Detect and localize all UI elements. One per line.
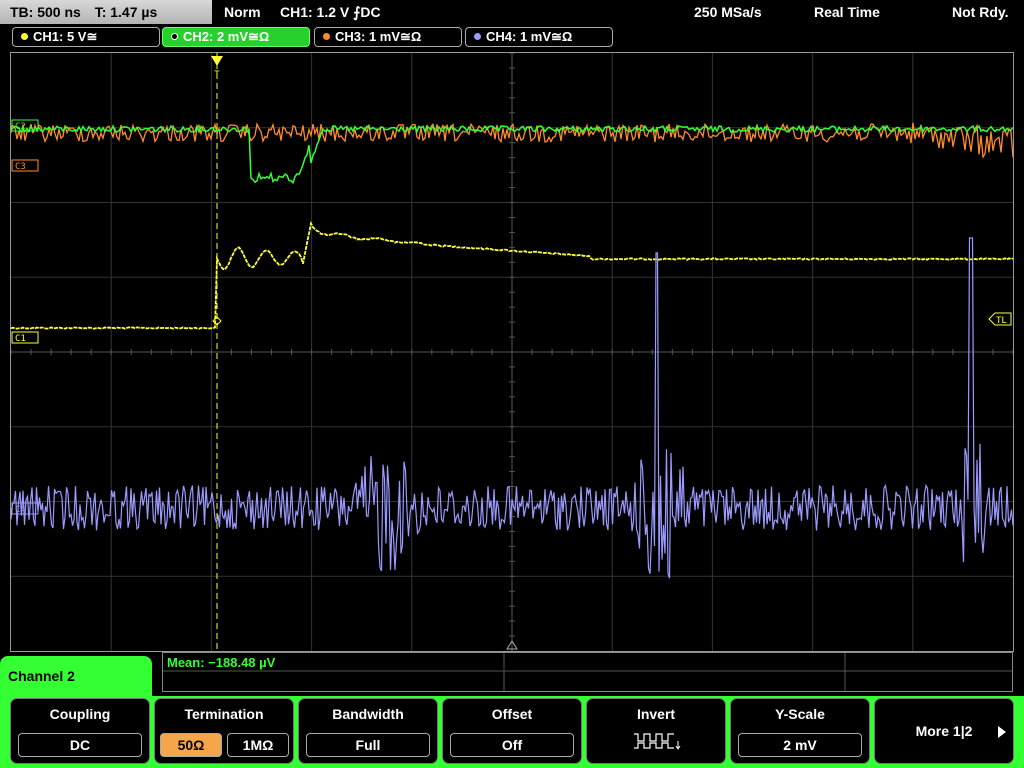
waveform-canvas: T C2 C3 C1 C4 TL bbox=[11, 53, 1013, 651]
channel-tab-label: CH4: 1 mV≅Ω bbox=[486, 29, 573, 44]
termination-softkey[interactable]: Termination 50Ω 1MΩ bbox=[154, 698, 294, 764]
ch3-marker-label: C3 bbox=[15, 162, 26, 172]
waveform-display[interactable]: T C2 C3 C1 C4 TL bbox=[10, 52, 1014, 652]
ch2-dot-icon bbox=[171, 33, 178, 40]
chevron-right-icon bbox=[998, 726, 1006, 738]
bandwidth-value[interactable]: Full bbox=[306, 733, 430, 757]
sample-rate: 250 MSa/s bbox=[694, 4, 762, 20]
ch1-offset-marker[interactable]: C1 bbox=[11, 331, 39, 344]
invert-softkey[interactable]: Invert bbox=[586, 698, 726, 764]
y-scale-softkey[interactable]: Y-Scale 2 mV bbox=[730, 698, 870, 764]
channel-tab-label: CH1: 5 V≅ bbox=[33, 29, 98, 44]
channel-tab-label: CH3: 1 mV≅Ω bbox=[335, 29, 422, 44]
ch4-marker-label: C4 bbox=[15, 505, 26, 515]
trigger-time: T: 1.47 µs bbox=[94, 4, 158, 20]
coupling-label: Coupling bbox=[49, 706, 111, 722]
graticule bbox=[11, 53, 1013, 651]
status-bar: TB: 500 ns T: 1.47 µs Norm CH1: 1.2 V ⨍D… bbox=[0, 0, 1024, 24]
trigger-mode[interactable]: Norm bbox=[224, 0, 261, 24]
coupling-softkey[interactable]: Coupling DC bbox=[10, 698, 150, 764]
coupling-value[interactable]: DC bbox=[18, 733, 142, 757]
measurement-panel: Mean: −188.48 µV bbox=[162, 652, 1013, 692]
more-softkey[interactable]: More 1|2 bbox=[874, 698, 1014, 764]
termination-1mohm-option[interactable]: 1MΩ bbox=[227, 733, 289, 757]
offset-value[interactable]: Off bbox=[450, 733, 574, 757]
offset-softkey[interactable]: Offset Off bbox=[442, 698, 582, 764]
channel-tab-2[interactable]: CH2: 2 mV≅Ω bbox=[162, 27, 310, 47]
y-scale-value[interactable]: 2 mV bbox=[738, 733, 862, 757]
invert-label: Invert bbox=[636, 706, 676, 722]
trigger-info[interactable]: CH1: 1.2 V ⨍DC bbox=[280, 0, 381, 24]
ch3-dot-icon bbox=[323, 33, 330, 40]
ch1-dot-icon bbox=[21, 33, 28, 40]
trigger-level-label: TL bbox=[996, 316, 1007, 326]
channel-tab-4[interactable]: CH4: 1 mV≅Ω bbox=[465, 27, 613, 47]
more-label: More 1|2 bbox=[915, 723, 973, 739]
ch4-offset-marker[interactable]: C4 bbox=[11, 502, 39, 515]
softkey-bar: Coupling DC Termination 50Ω 1MΩ Bandwidt… bbox=[0, 696, 1024, 768]
invert-waveform-icon bbox=[634, 733, 681, 750]
acquisition-status: Not Rdy. bbox=[952, 4, 1009, 20]
bandwidth-softkey[interactable]: Bandwidth Full bbox=[298, 698, 438, 764]
ch3-offset-marker[interactable]: C3 bbox=[11, 159, 39, 172]
termination-50ohm-option[interactable]: 50Ω bbox=[160, 733, 222, 757]
timebase: TB: 500 ns bbox=[10, 4, 81, 20]
termination-label: Termination bbox=[184, 706, 264, 722]
channel-tab-1[interactable]: CH1: 5 V≅ bbox=[12, 27, 160, 47]
ch2-marker-label: C2 bbox=[15, 122, 26, 132]
timebase-box[interactable]: TB: 500 ns T: 1.47 µs bbox=[0, 0, 212, 24]
ch4-dot-icon bbox=[474, 33, 481, 40]
channel-tabs: CH1: 5 V≅ CH2: 2 mV≅Ω CH3: 1 mV≅Ω CH4: 1… bbox=[0, 26, 1024, 50]
trigger-position-icon[interactable] bbox=[211, 56, 223, 66]
ch1-marker-label: C1 bbox=[15, 334, 26, 344]
acquisition-mode: Real Time bbox=[814, 4, 880, 20]
channel-tab-3[interactable]: CH3: 1 mV≅Ω bbox=[314, 27, 462, 47]
y-scale-label: Y-Scale bbox=[775, 706, 825, 722]
channel-tab-label: CH2: 2 mV≅Ω bbox=[183, 29, 270, 44]
menu-title: Channel 2 bbox=[0, 656, 152, 700]
trigger-level-marker[interactable]: TL bbox=[988, 312, 1012, 326]
offset-label: Offset bbox=[491, 706, 533, 722]
bandwidth-label: Bandwidth bbox=[332, 706, 404, 722]
trigger-marker-label: T bbox=[214, 70, 220, 80]
measurement-grid bbox=[163, 653, 1012, 691]
